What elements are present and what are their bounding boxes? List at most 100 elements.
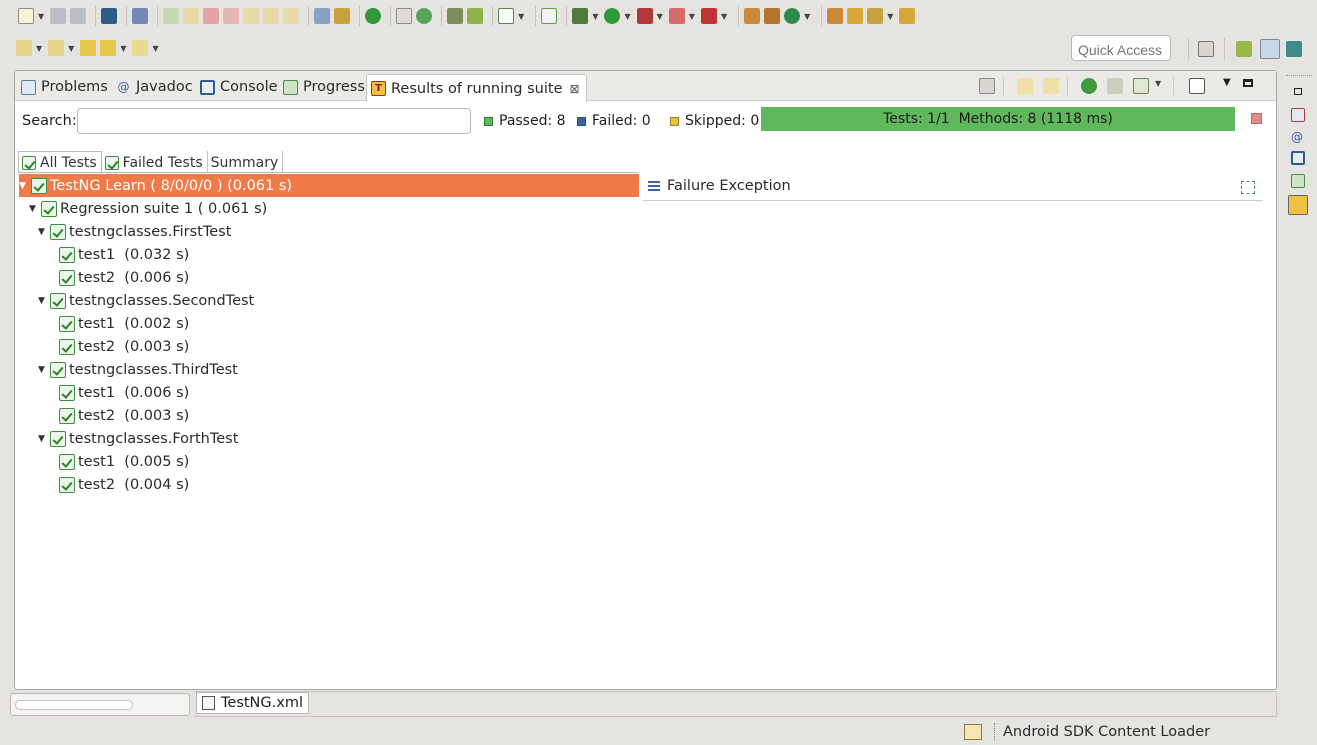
tree-item-method[interactable]: test2 (0.003 s): [59, 404, 189, 427]
rerun-failed-icon[interactable]: [1107, 78, 1123, 94]
tab-console[interactable]: Console: [196, 74, 278, 100]
next-annotation-icon[interactable]: [16, 40, 32, 56]
new-java-class-icon[interactable]: [764, 8, 781, 24]
expand-icon[interactable]: ▼: [19, 181, 29, 191]
tree-item-method[interactable]: test1 (0.006 s): [59, 381, 189, 404]
tab-results-of-running-suite[interactable]: T Results of running suite ⊠: [366, 74, 587, 102]
tab-all-tests[interactable]: All Tests: [18, 151, 102, 173]
coverage-icon[interactable]: [636, 8, 653, 24]
restore-icon[interactable]: [1294, 88, 1302, 95]
debug-dropdown-icon[interactable]: ▼: [592, 12, 598, 21]
tree-item-class[interactable]: ▼ testngclasses.FirstTest: [38, 220, 231, 243]
step-over-icon[interactable]: [263, 8, 280, 24]
stop-dropdown-icon[interactable]: ▼: [689, 12, 695, 21]
tree-item-class[interactable]: ▼ testngclasses.ThirdTest: [38, 358, 238, 381]
run-icon[interactable]: [604, 8, 621, 24]
download-icon[interactable]: [447, 8, 464, 24]
debug-perspective-icon[interactable]: [1286, 41, 1302, 57]
tree-item-method[interactable]: test1 (0.002 s): [59, 312, 189, 335]
expand-icon[interactable]: ▼: [38, 365, 48, 375]
tree-item-class[interactable]: ▼ testngclasses.ForthTest: [38, 427, 238, 450]
tab-javadoc[interactable]: @ Javadoc: [112, 74, 193, 100]
step-return-icon[interactable]: [283, 8, 300, 24]
expand-icon[interactable]: ▼: [38, 227, 48, 237]
forward-dropdown-icon[interactable]: ▼: [152, 44, 158, 53]
problems-trim-icon[interactable]: [1291, 108, 1305, 122]
new-java-package-icon[interactable]: [744, 8, 761, 24]
step-into-icon[interactable]: [243, 8, 260, 24]
tab-testng-xml[interactable]: TestNG.xml: [196, 692, 309, 714]
testng-trim-icon[interactable]: [1288, 195, 1308, 215]
compare-results-icon[interactable]: [1241, 181, 1255, 194]
scrollbar-thumb[interactable]: [15, 700, 133, 710]
ddms-icon[interactable]: [416, 8, 433, 24]
java-perspective-icon[interactable]: [1236, 41, 1252, 57]
forward-icon[interactable]: [132, 40, 149, 56]
test-history-dropdown-icon[interactable]: ▼: [1155, 79, 1161, 88]
search-icon[interactable]: [867, 8, 884, 24]
ddms-perspective-icon[interactable]: [1260, 39, 1280, 59]
open-perspective-icon[interactable]: [1198, 41, 1214, 57]
coverage-dropdown-icon[interactable]: ▼: [657, 12, 663, 21]
tab-failed-tests[interactable]: Failed Tests: [102, 151, 208, 173]
new-wizard-icon[interactable]: [784, 8, 801, 24]
tab-problems[interactable]: Problems: [17, 74, 108, 100]
javadoc-trim-icon[interactable]: @: [1291, 130, 1305, 144]
console-trim-icon[interactable]: [1291, 151, 1305, 165]
external-tools-icon[interactable]: [700, 8, 717, 24]
sdk-loader-icon[interactable]: [964, 724, 982, 740]
test-history-icon[interactable]: [1133, 78, 1149, 94]
disconnect-icon[interactable]: [223, 8, 240, 24]
expand-icon[interactable]: ▼: [38, 296, 48, 306]
back-dropdown-icon[interactable]: ▼: [120, 44, 126, 53]
quick-access-input[interactable]: [1071, 35, 1171, 61]
layout-icon[interactable]: [1189, 78, 1205, 94]
open-folder-icon[interactable]: [847, 8, 864, 24]
close-icon[interactable]: ⊠: [570, 82, 580, 96]
drop-to-frame-icon[interactable]: [314, 8, 331, 24]
terminate-icon[interactable]: [203, 8, 220, 24]
tree-item-class[interactable]: ▼ testngclasses.SecondTest: [38, 289, 254, 312]
next-annotation-dropdown-icon[interactable]: ▼: [36, 44, 42, 53]
checkbox-dropdown-icon[interactable]: ▼: [518, 12, 524, 21]
new-wizard-dropdown-icon[interactable]: ▼: [804, 12, 810, 21]
minimize-icon[interactable]: [1243, 79, 1253, 87]
tree-item-method[interactable]: test1 (0.005 s): [59, 450, 189, 473]
checkbox-icon[interactable]: [498, 8, 515, 24]
tree-item-method[interactable]: test2 (0.003 s): [59, 335, 189, 358]
use-step-filters-icon[interactable]: [334, 8, 351, 24]
previous-annotation-icon[interactable]: [48, 40, 65, 56]
toggle-layout-icon[interactable]: [396, 8, 413, 24]
tree-item-suite-root[interactable]: ▼ TestNG Learn ( 8/0/0/0 ) (0.061 s): [19, 174, 639, 197]
next-failure-icon[interactable]: [1017, 78, 1033, 94]
new-icon[interactable]: [18, 8, 34, 24]
clear-results-icon[interactable]: [979, 78, 995, 94]
suspend-icon[interactable]: [183, 8, 200, 24]
expand-icon[interactable]: ▼: [38, 434, 48, 444]
save-icon[interactable]: [50, 8, 67, 24]
search-dropdown-icon[interactable]: ▼: [887, 12, 893, 21]
save-all-icon[interactable]: [70, 8, 87, 24]
tab-summary[interactable]: Summary: [208, 151, 284, 173]
skip-breakpoints-icon[interactable]: [132, 8, 149, 24]
previous-annotation-dropdown-icon[interactable]: ▼: [68, 44, 74, 53]
progress-trim-icon[interactable]: [1291, 174, 1305, 188]
back-icon[interactable]: [100, 40, 117, 56]
run-dropdown-icon[interactable]: ▼: [624, 12, 630, 21]
previous-failure-icon[interactable]: [1043, 78, 1059, 94]
view-menu-icon[interactable]: ▼: [1223, 77, 1231, 88]
tree-item-method[interactable]: test2 (0.006 s): [59, 266, 189, 289]
new-android-project-icon[interactable]: [541, 8, 558, 24]
tree-item-method[interactable]: test2 (0.004 s): [59, 473, 189, 496]
resume-icon[interactable]: [163, 8, 180, 24]
open-type-icon[interactable]: [827, 8, 844, 24]
stop-icon[interactable]: [668, 8, 685, 24]
stop-icon[interactable]: [1251, 113, 1262, 124]
android-device-icon[interactable]: [467, 8, 484, 24]
rerun-icon[interactable]: [1081, 78, 1097, 94]
power-icon[interactable]: [365, 8, 382, 24]
debug-icon[interactable]: [572, 8, 589, 24]
tree-item-method[interactable]: test1 (0.032 s): [59, 243, 189, 266]
tab-progress[interactable]: Progress: [279, 74, 365, 100]
expand-icon[interactable]: ▼: [29, 204, 39, 214]
